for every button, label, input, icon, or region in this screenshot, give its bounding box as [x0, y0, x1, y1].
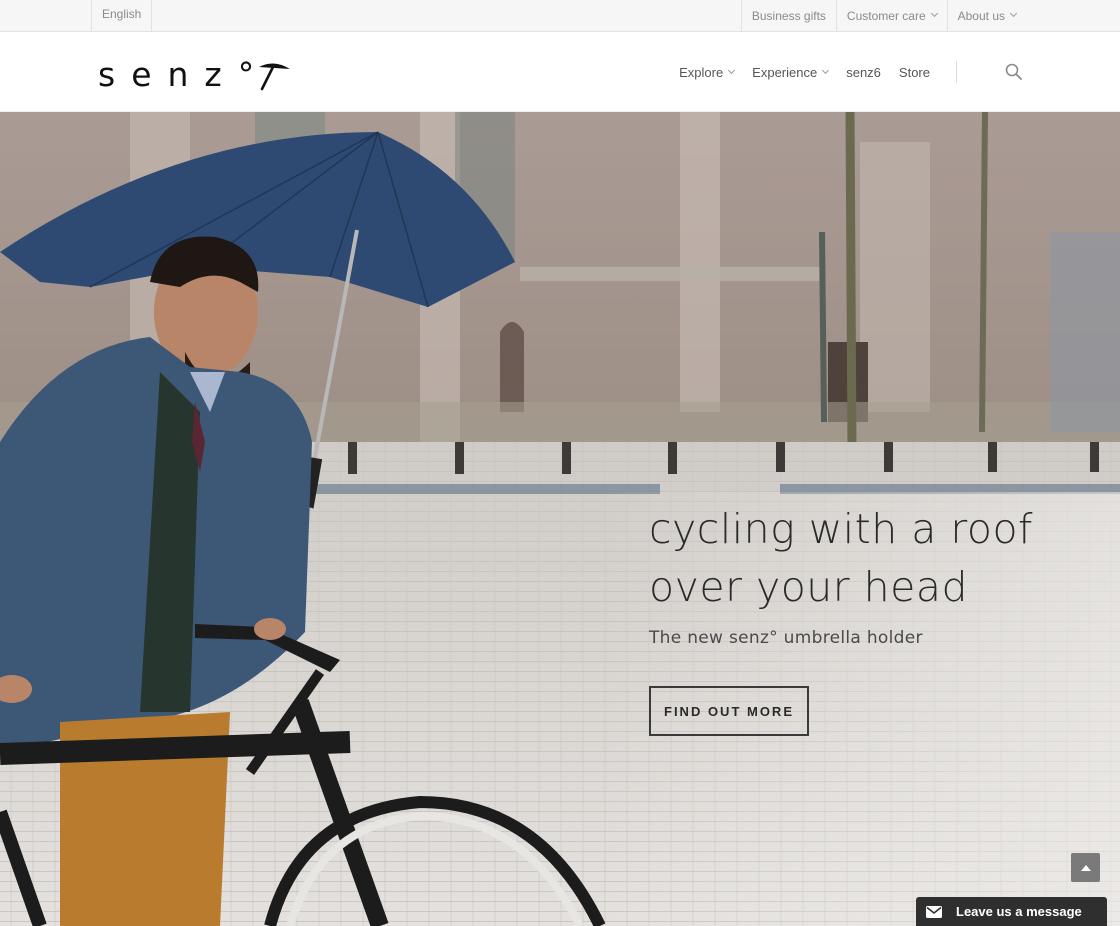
- nav-explore-label: Explore: [679, 64, 724, 80]
- about-us-label: About us: [957, 8, 1005, 23]
- business-gifts-link[interactable]: Business gifts: [740, 0, 836, 31]
- umbrella-logo-icon: [259, 63, 291, 91]
- customer-care-label: Customer care: [846, 8, 926, 23]
- nav-senz6[interactable]: senz6: [846, 65, 881, 80]
- chevron-down-icon: [1009, 9, 1018, 18]
- utility-bar: English Business gifts Customer care Abo…: [0, 0, 1120, 32]
- chevron-down-icon: [728, 66, 736, 74]
- logo-link[interactable]: senz°: [98, 54, 292, 94]
- site-header: senz° Explore Experience senz6 Store: [0, 32, 1120, 112]
- main-nav: Explore Experience senz6 Store: [661, 32, 957, 112]
- nav-experience-label: Experience: [752, 64, 818, 80]
- customer-care-menu[interactable]: Customer care: [835, 0, 947, 31]
- search-icon[interactable]: [1004, 62, 1024, 82]
- nav-explore[interactable]: Explore: [679, 64, 736, 80]
- leave-message-button[interactable]: Leave us a message: [916, 897, 1107, 926]
- chevron-down-icon: [822, 66, 830, 74]
- find-out-more-button[interactable]: FIND OUT MORE: [649, 686, 809, 736]
- chevron-up-icon: [1080, 864, 1091, 871]
- chevron-down-icon: [930, 9, 938, 18]
- envelope-icon: [926, 905, 942, 918]
- nav-store-label: Store: [898, 64, 930, 80]
- nav-store[interactable]: Store: [899, 65, 930, 80]
- logo-text: senz°: [98, 54, 271, 94]
- hero-subtitle: The new senz° umbrella holder: [649, 628, 923, 648]
- back-to-top-button[interactable]: [1071, 853, 1100, 882]
- language-selector[interactable]: English: [91, 0, 153, 31]
- nav-experience[interactable]: Experience: [752, 64, 830, 80]
- hero-copy: cycling with a roof over your head The n…: [649, 500, 1089, 736]
- business-gifts-label: Business gifts: [751, 8, 826, 23]
- about-us-menu[interactable]: About us: [946, 0, 1120, 31]
- leave-message-label: Leave us a message: [956, 904, 1082, 919]
- hero-banner: cycling with a roof over your head The n…: [0, 112, 1120, 926]
- utility-links: Business gifts Customer care About us: [740, 0, 1120, 31]
- hero-title: cycling with a roof over your head: [649, 505, 1033, 611]
- nav-senz6-label: senz6: [846, 64, 881, 80]
- nav-divider: [956, 61, 957, 83]
